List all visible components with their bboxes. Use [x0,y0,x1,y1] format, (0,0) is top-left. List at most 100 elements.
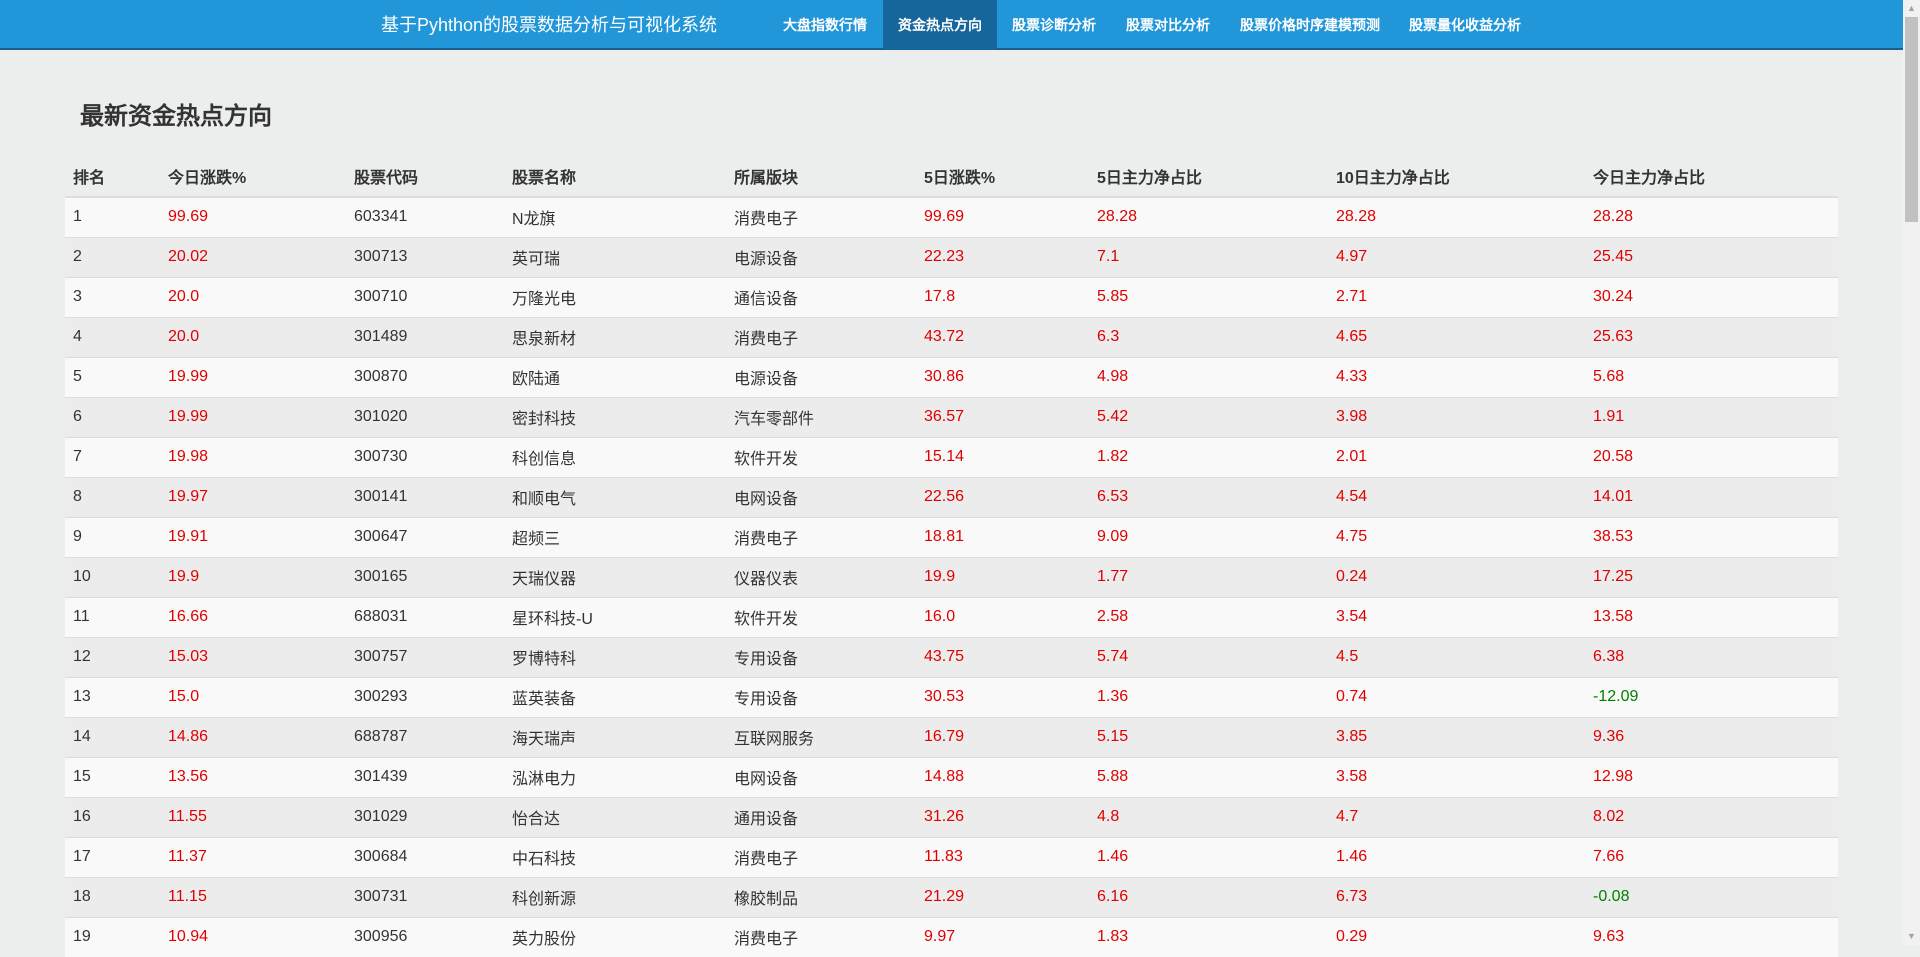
table-row[interactable]: 16 11.55 301029 怡合达 通用设备 31.26 4.8 4.7 8.02 [65,796,1838,837]
nav-item-market-index[interactable]: 大盘指数行情 [768,0,882,50]
table-cell: 301489 [346,316,504,357]
table-cell: 消费电子 [726,836,916,877]
table-row[interactable]: 10 19.9 300165 天瑞仪器 仪器仪表 19.9 1.77 0.24 17.25 [65,556,1838,597]
table-cell: 99.69 [916,196,1089,237]
table-row[interactable]: 14 14.86 688787 海天瑞声 互联网服务 16.79 5.15 3.85 9.36 [65,716,1838,757]
table-row[interactable]: 11 16.66 688031 星环科技-U 软件开发 16.0 2.58 3.54 13.58 [65,596,1838,637]
table-cell: 超频三 [504,516,726,557]
nav-item-price-forecast[interactable]: 股票价格时序建模预测 [1225,0,1395,50]
table-cell: 3.54 [1328,596,1585,637]
column-header: 所属版块 [726,155,916,198]
table-cell: 蓝英装备 [504,676,726,717]
table-cell: 15.0 [160,676,346,717]
table-cell: 12 [65,636,160,677]
table-cell: 2.58 [1089,596,1328,637]
table-row[interactable]: 9 19.91 300647 超频三 消费电子 18.81 9.09 4.75 38.53 [65,516,1838,557]
table-cell: 11.55 [160,796,346,837]
table-cell: 天瑞仪器 [504,556,726,597]
nav-item-stock-comparison[interactable]: 股票对比分析 [1111,0,1225,50]
table-cell: 20.58 [1585,436,1838,477]
table-cell: 36.57 [916,396,1089,437]
table-cell: 19.9 [916,556,1089,597]
table-cell: 21.29 [916,876,1089,917]
table-cell: 0.24 [1328,556,1585,597]
table-cell: 消费电子 [726,196,916,237]
table-cell: 12.98 [1585,756,1838,797]
table-cell: 301020 [346,396,504,437]
table-cell: 科创信息 [504,436,726,477]
table-cell: 1.77 [1089,556,1328,597]
table-row[interactable]: 13 15.0 300293 蓝英装备 专用设备 30.53 1.36 0.74 -12.09 [65,676,1838,717]
table-cell: 5.85 [1089,276,1328,317]
scroll-down-arrow-icon[interactable]: ▼ [1903,928,1920,945]
table-cell: 28.28 [1585,196,1838,237]
table-cell: 1.46 [1328,836,1585,877]
table-cell: 0.29 [1328,916,1585,957]
table-cell: 电源设备 [726,356,916,397]
table-cell: 688787 [346,716,504,757]
table-cell: 6 [65,396,160,437]
table-cell: 9.09 [1089,516,1328,557]
column-header: 10日主力净占比 [1328,155,1585,198]
table-cell: 1.36 [1089,676,1328,717]
column-header: 股票代码 [346,155,504,198]
table-cell: 603341 [346,196,504,237]
table-cell: 软件开发 [726,436,916,477]
table-cell: 6.3 [1089,316,1328,357]
table-row[interactable]: 8 19.97 300141 和顺电气 电网设备 22.56 6.53 4.54 14.01 [65,476,1838,517]
table-cell: 7.66 [1585,836,1838,877]
nav-item-capital-hotspot[interactable]: 资金热点方向 [883,0,997,50]
app-brand[interactable]: 基于Pyhthon的股票数据分析与可视化系统 [381,0,717,50]
table-cell: 软件开发 [726,596,916,637]
table-cell: 300956 [346,916,504,957]
table-row[interactable]: 18 11.15 300731 科创新源 橡胶制品 21.29 6.16 6.73 -0.08 [65,876,1838,917]
table-row[interactable]: 17 11.37 300684 中石科技 消费电子 11.83 1.46 1.46 7.66 [65,836,1838,877]
column-header: 排名 [65,155,160,198]
column-header: 今日涨跌% [160,155,346,198]
table-cell: 17.8 [916,276,1089,317]
table-cell: 1.83 [1089,916,1328,957]
table-cell: 9.97 [916,916,1089,957]
table-cell: 8 [65,476,160,517]
table-row[interactable]: 6 19.99 301020 密封科技 汽车零部件 36.57 5.42 3.98 1.91 [65,396,1838,437]
table-cell: 13.58 [1585,596,1838,637]
page-title: 最新资金热点方向 [80,103,272,130]
table-cell: 19 [65,916,160,957]
table-row[interactable]: 12 15.03 300757 罗博特科 专用设备 43.75 5.74 4.5 6.38 [65,636,1838,677]
table-cell: 3.58 [1328,756,1585,797]
table-row[interactable]: 19 10.94 300956 英力股份 消费电子 9.97 1.83 0.29 9.63 [65,916,1838,957]
table-cell: 泓淋电力 [504,756,726,797]
table-cell: 19.97 [160,476,346,517]
table-row[interactable]: 5 19.99 300870 欧陆通 电源设备 30.86 4.98 4.33 5.68 [65,356,1838,397]
table-cell: 6.16 [1089,876,1328,917]
table-cell: 300710 [346,276,504,317]
scroll-up-arrow-icon[interactable]: ▲ [1903,0,1920,17]
scrollbar-thumb[interactable] [1905,17,1918,222]
table-cell: 9 [65,516,160,557]
table-cell: 电网设备 [726,476,916,517]
table-cell: 11.15 [160,876,346,917]
table-cell: 300141 [346,476,504,517]
vertical-scrollbar[interactable]: ▲ ▼ [1903,0,1920,945]
table-cell: 9.36 [1585,716,1838,757]
table-cell: 6.73 [1328,876,1585,917]
table-row[interactable]: 1 99.69 603341 N龙旗 消费电子 99.69 28.28 28.28 28.28 [65,196,1838,237]
table-cell: 专用设备 [726,636,916,677]
table-cell: 1.46 [1089,836,1328,877]
table-row[interactable]: 15 13.56 301439 泓淋电力 电网设备 14.88 5.88 3.58 12.98 [65,756,1838,797]
table-row[interactable]: 3 20.0 300710 万隆光电 通信设备 17.8 5.85 2.71 30.24 [65,276,1838,317]
nav-item-quant-returns[interactable]: 股票量化收益分析 [1394,0,1536,50]
table-cell: 15 [65,756,160,797]
table-cell: 2.01 [1328,436,1585,477]
table-cell: 300757 [346,636,504,677]
table-cell: 17 [65,836,160,877]
table-row[interactable]: 7 19.98 300730 科创信息 软件开发 15.14 1.82 2.01 20.58 [65,436,1838,477]
table-row[interactable]: 2 20.02 300713 英可瑞 电源设备 22.23 7.1 4.97 25.45 [65,236,1838,277]
table-cell: 688031 [346,596,504,637]
table-cell: 欧陆通 [504,356,726,397]
table-row[interactable]: 4 20.0 301489 思泉新材 消费电子 43.72 6.3 4.65 25.63 [65,316,1838,357]
nav-item-stock-diagnosis[interactable]: 股票诊断分析 [997,0,1111,50]
table-cell: 19.99 [160,396,346,437]
table-cell: 专用设备 [726,676,916,717]
table-cell: 英力股份 [504,916,726,957]
